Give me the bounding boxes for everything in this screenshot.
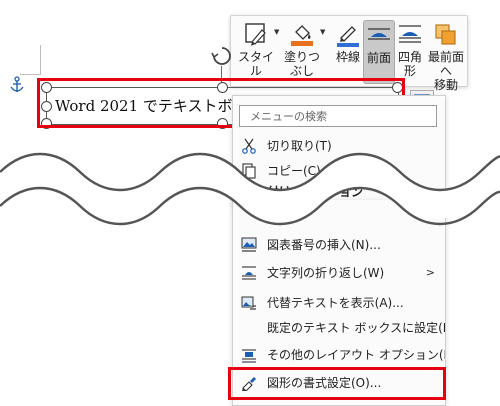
menu-item-label: 図表番号の挿入(N)...: [267, 238, 381, 252]
fill-bucket-icon: [291, 25, 313, 46]
outline-button-label: 枠線: [335, 50, 360, 64]
insert-caption-icon: [241, 237, 257, 252]
wrap-square-icon: [399, 25, 421, 43]
outline-button[interactable]: 枠線: [329, 20, 367, 82]
rotate-handle-icon[interactable]: [211, 45, 233, 67]
bring-forward-icon: [368, 28, 390, 40]
bring-to-front-button[interactable]: 最前面へ 移動: [426, 20, 466, 92]
wrap-text-icon: [242, 266, 256, 280]
layout-options-icon: [242, 349, 256, 363]
menu-item-label: 代替テキストを表示(A)...: [267, 296, 404, 310]
menu-item-alt-text[interactable]: 代替テキストを表示(A)...: [233, 291, 445, 315]
menu-item-wrap-text[interactable]: 文字列の折り返し(W) >: [233, 261, 445, 285]
bring-to-front-label: 最前面へ 移動: [427, 50, 464, 92]
wrap-square-label: 四角 形: [397, 50, 422, 78]
chevron-down-icon[interactable]: ▼: [320, 28, 325, 36]
wrap-square-button[interactable]: 四角 形: [395, 20, 425, 82]
format-shape-highlight-frame: [228, 367, 446, 400]
menu-item-label: 既定のテキスト ボックスに設定(D): [267, 321, 446, 335]
fill-button[interactable]: 塗りつ ぶし: [283, 20, 321, 82]
style-button-label: スタイ ル: [237, 50, 274, 78]
alt-text-icon: [241, 296, 256, 310]
menu-item-label: その他のレイアウト オプション(L)...: [267, 348, 445, 362]
fill-button-label: 塗りつ ぶし: [283, 50, 321, 78]
style-button[interactable]: スタイ ル: [237, 20, 275, 82]
menu-search-input[interactable]: メニューの検索: [239, 105, 437, 127]
anchor-icon: [10, 76, 24, 92]
page-margin-mark: [20, 74, 41, 75]
menu-item-set-default-textbox[interactable]: 既定のテキスト ボックスに設定(D): [233, 316, 445, 340]
bring-forward-button[interactable]: 前面: [363, 20, 395, 84]
chevron-down-icon[interactable]: ▼: [274, 28, 279, 36]
menu-item-more-layout-options[interactable]: その他のレイアウト オプション(L)...: [233, 343, 445, 367]
wavy-cut-separator: [0, 152, 500, 226]
bring-forward-label: 前面: [366, 51, 391, 65]
page-margin-mark: [40, 45, 41, 75]
outline-pen-icon: [337, 26, 359, 47]
menu-item-label: 文字列の折り返し(W): [267, 266, 385, 280]
chevron-right-icon: >: [425, 266, 435, 279]
menu-item-insert-caption[interactable]: 図表番号の挿入(N)...: [233, 233, 445, 257]
shape-style-icon: [245, 23, 266, 46]
mini-toolbar: スタイ ル ▼ 塗りつ ぶし ▼ 枠線 ▼ 前面: [230, 15, 468, 92]
bring-to-front-icon: [435, 24, 456, 45]
